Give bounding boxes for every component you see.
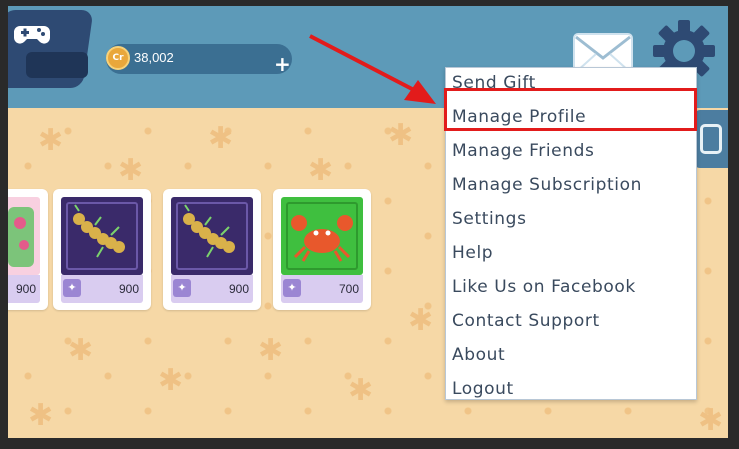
item-type-badge-icon: ✦ — [63, 279, 81, 297]
starfish-decoration: ✱ — [308, 153, 334, 188]
card-footer: ✦ 700 — [281, 275, 363, 303]
starfish-decoration: ✱ — [158, 363, 184, 398]
starfish-decoration: ✱ — [258, 333, 284, 368]
menu-item-manage-friends[interactable]: Manage Friends — [452, 134, 690, 168]
card-footer: ✦ 900 — [171, 275, 253, 303]
add-credits-button[interactable]: + — [274, 54, 291, 74]
menu-item-settings[interactable]: Settings — [452, 202, 690, 236]
store-item-card[interactable]: ✦ 900 — [8, 189, 48, 310]
menu-item-help[interactable]: Help — [452, 236, 690, 270]
menu-item-contact-support[interactable]: Contact Support — [452, 304, 690, 338]
starfish-decoration: ✱ — [118, 153, 144, 188]
card-price: 900 — [15, 282, 36, 296]
starfish-decoration: ✱ — [408, 303, 434, 338]
games-button-panel — [26, 52, 88, 78]
credits-value: 38,002 — [134, 50, 174, 65]
crab-icon — [281, 197, 363, 275]
store-item-card[interactable]: ✦ 900 — [163, 189, 261, 310]
game-screen: ✱ ✱ ✱ ✱ ✱ ✱ ✱ ✱ ✱ ✱ ✱ ✱ Cr 38,002 + 900 … — [8, 6, 728, 438]
item-type-badge-icon: ✦ — [173, 279, 191, 297]
side-panel-tab[interactable] — [694, 110, 728, 168]
store-item-card[interactable]: ✦ 900 — [53, 189, 151, 310]
starfish-decoration: ✱ — [208, 121, 234, 156]
card-price: 900 — [228, 282, 249, 296]
menu-item-manage-subscription[interactable]: Manage Subscription — [452, 168, 690, 202]
item-type-badge-icon: ✦ — [283, 279, 301, 297]
menu-item-like-us-on-facebook[interactable]: Like Us on Facebook — [452, 270, 690, 304]
starfish-decoration: ✱ — [388, 118, 414, 153]
starfish-decoration: ✱ — [698, 403, 724, 438]
starfish-decoration: ✱ — [38, 123, 64, 158]
menu-item-logout[interactable]: Logout — [452, 372, 690, 406]
starfish-decoration: ✱ — [348, 373, 374, 408]
store-item-card[interactable]: ✦ 700 — [273, 189, 371, 310]
credits-coin-icon: Cr — [106, 46, 130, 70]
starfish-decoration: ✱ — [28, 398, 54, 433]
card-price: 700 — [338, 282, 359, 296]
centipede-icon — [171, 197, 253, 275]
card-price: 900 — [118, 282, 139, 296]
starfish-decoration: ✱ — [68, 333, 94, 368]
menu-item-about[interactable]: About — [452, 338, 690, 372]
card-footer: ✦ 900 — [61, 275, 143, 303]
card-footer: ✦ 900 — [8, 275, 40, 303]
annotation-arrow-icon — [309, 34, 436, 104]
flower-plant-icon — [8, 197, 40, 275]
gamepad-icon — [14, 26, 50, 44]
credits-display: Cr 38,002 + — [106, 44, 292, 74]
centipede-icon — [61, 197, 143, 275]
trash-icon — [700, 124, 722, 154]
highlight-box-manage-profile — [444, 88, 697, 131]
